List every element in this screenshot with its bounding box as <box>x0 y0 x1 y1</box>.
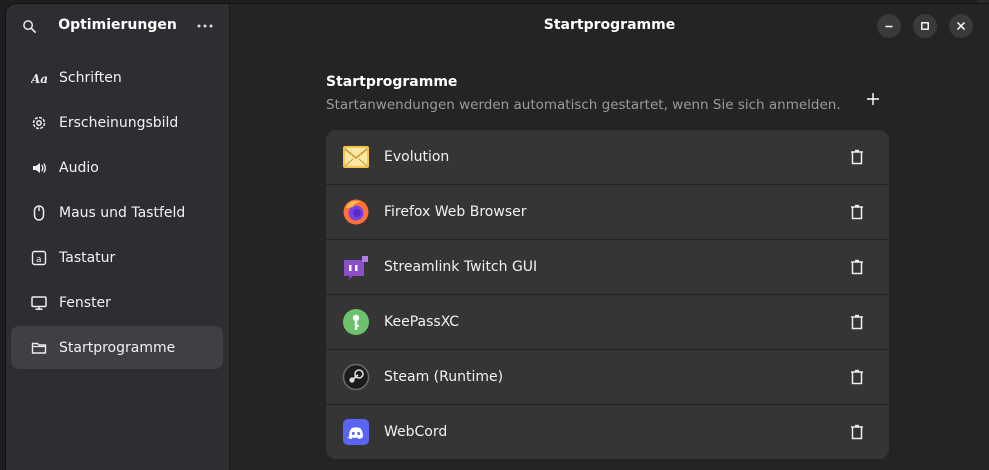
steam-icon <box>342 363 370 391</box>
trash-icon[interactable] <box>847 202 867 222</box>
trash-icon[interactable] <box>847 147 867 167</box>
keepass-icon <box>342 308 370 336</box>
speaker-icon <box>30 159 48 177</box>
sidebar: Optimierungen Aa Schriften Erscheinungsb… <box>6 4 230 470</box>
firefox-icon <box>342 198 370 226</box>
sidebar-item-tastatur[interactable]: a Tastatur <box>11 236 223 279</box>
font-icon: Aa <box>30 69 48 87</box>
startup-app-list: Evolution Firefox Web Browser Streamlink… <box>326 130 889 459</box>
svg-text:Aa: Aa <box>31 72 47 85</box>
list-item: Streamlink Twitch GUI <box>326 240 889 295</box>
maximize-icon <box>921 22 929 30</box>
sidebar-item-schriften[interactable]: Aa Schriften <box>11 56 223 99</box>
list-item: Steam (Runtime) <box>326 350 889 405</box>
keyboard-icon: a <box>30 249 48 267</box>
app-name: Evolution <box>384 149 450 165</box>
sidebar-item-label: Fenster <box>59 294 111 311</box>
tweaks-window: Optimierungen Aa Schriften Erscheinungsb… <box>6 4 989 470</box>
twitch-icon <box>342 253 370 281</box>
app-name: WebCord <box>384 424 448 440</box>
sidebar-item-label: Erscheinungsbild <box>59 114 179 131</box>
trash-icon[interactable] <box>847 312 867 332</box>
mouse-icon <box>30 204 48 222</box>
sidebar-item-fenster[interactable]: Fenster <box>11 281 223 324</box>
app-name: KeePassXC <box>384 314 460 330</box>
sidebar-item-label: Maus und Tastfeld <box>59 204 186 221</box>
sidebar-item-label: Audio <box>59 159 99 176</box>
startup-section-header: Startprogramme Startanwendungen werden a… <box>326 74 889 113</box>
monitor-icon <box>30 294 48 312</box>
app-name: Streamlink Twitch GUI <box>384 259 538 275</box>
app-name: Steam (Runtime) <box>384 369 504 385</box>
add-startup-app-button[interactable] <box>861 87 885 111</box>
maximize-button[interactable] <box>913 14 937 38</box>
page-title: Startprogramme <box>543 17 676 33</box>
list-item: KeePassXC <box>326 295 889 350</box>
close-button[interactable] <box>949 14 973 38</box>
envelope-icon <box>342 143 370 171</box>
trash-icon[interactable] <box>847 422 867 442</box>
trash-icon[interactable] <box>847 257 867 277</box>
svg-text:a: a <box>36 255 42 265</box>
sidebar-item-label: Startprogramme <box>59 339 176 356</box>
more-options-icon[interactable] <box>193 17 217 35</box>
sidebar-item-label: Schriften <box>59 69 122 86</box>
main-header: Startprogramme <box>230 4 989 49</box>
section-heading: Startprogramme <box>326 74 458 90</box>
sidebar-nav: Aa Schriften Erscheinungsbild Audio Maus… <box>6 56 229 371</box>
app-name: Firefox Web Browser <box>384 204 527 220</box>
list-item: Evolution <box>326 130 889 185</box>
minimize-button[interactable] <box>877 14 901 38</box>
sidebar-item-label: Tastatur <box>59 249 116 266</box>
discord-icon <box>342 418 370 446</box>
gear-icon <box>30 114 48 132</box>
folder-icon <box>30 339 48 357</box>
close-icon <box>956 21 966 31</box>
sidebar-item-erscheinungsbild[interactable]: Erscheinungsbild <box>11 101 223 144</box>
sidebar-item-startprogramme[interactable]: Startprogramme <box>11 326 223 369</box>
trash-icon[interactable] <box>847 367 867 387</box>
section-subtitle: Startanwendungen werden automatisch gest… <box>326 97 841 113</box>
list-item: Firefox Web Browser <box>326 185 889 240</box>
minimize-icon <box>885 25 893 28</box>
sidebar-header: Optimierungen <box>6 4 229 49</box>
sidebar-item-audio[interactable]: Audio <box>11 146 223 189</box>
sidebar-item-maus[interactable]: Maus und Tastfeld <box>11 191 223 234</box>
main-content: Startprogramme Startprogramme Startanwen… <box>230 4 989 470</box>
plus-icon <box>867 93 879 105</box>
list-item: WebCord <box>326 405 889 459</box>
